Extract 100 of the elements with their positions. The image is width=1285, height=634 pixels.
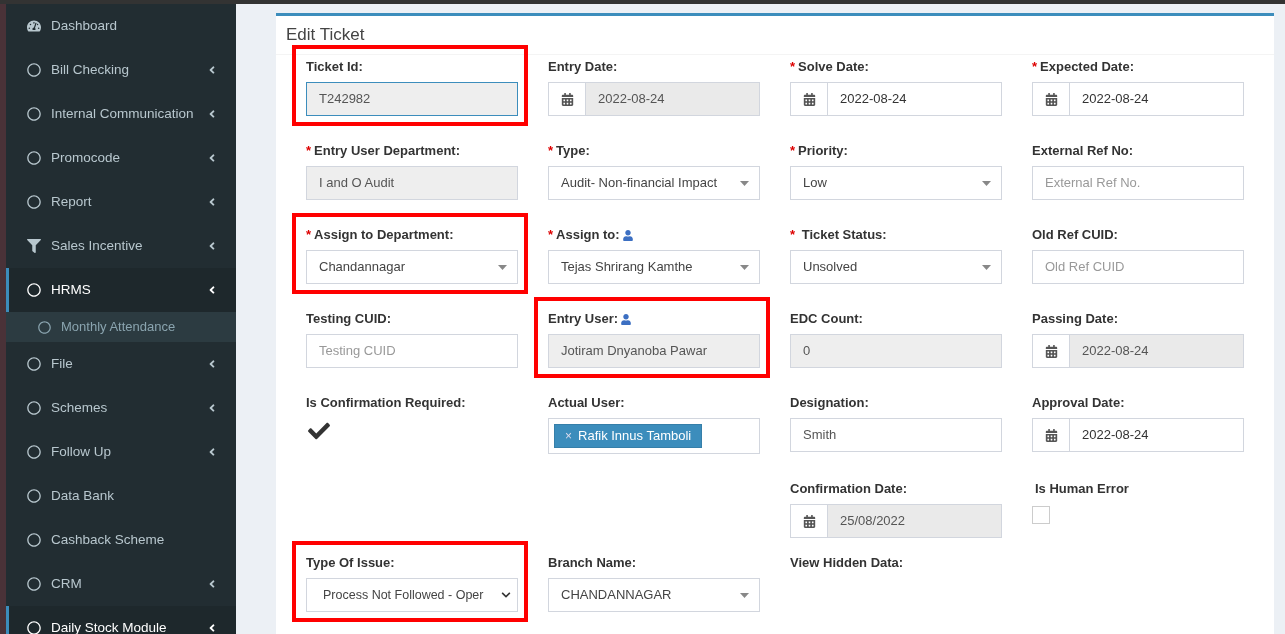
text-field[interactable]: Smith [790, 418, 1002, 452]
caret-down-icon [740, 180, 749, 186]
date-field[interactable]: 2022-08-24 [586, 82, 760, 116]
sidebar-item[interactable]: Cashback Scheme [6, 518, 236, 562]
field-label: Passing Date: [1032, 310, 1118, 329]
sidebar-item[interactable]: CRM [6, 562, 236, 606]
field-label: Testing CUID: [306, 310, 391, 329]
sidebar-item[interactable]: Promocode [6, 136, 236, 180]
required-mark: * [306, 226, 312, 245]
required-mark: * [790, 58, 796, 77]
checkbox[interactable] [1032, 506, 1050, 524]
select-field[interactable]: Chandannagar [306, 250, 518, 284]
sidebar-label: File [51, 354, 74, 373]
calendar-icon [802, 92, 816, 106]
field-label: Entry User: [548, 310, 619, 329]
sidebar-label: Data Bank [51, 486, 116, 505]
field-label: Is Confirmation Required: [306, 394, 466, 413]
dashboard-icon [27, 19, 41, 33]
select-field[interactable]: Process Not Followed - Oper [306, 578, 518, 612]
select-field[interactable]: CHANDANNAGAR [548, 578, 760, 612]
sidebar-item[interactable]: Follow Up [6, 430, 236, 474]
sidebar-label: Bill Checking [51, 60, 131, 79]
calendar-addon[interactable] [548, 82, 586, 116]
calendar-addon[interactable] [1032, 82, 1070, 116]
sidebar-item[interactable]: Bill Checking [6, 48, 236, 92]
select-field[interactable]: Audit- Non-financial Impact [548, 166, 760, 200]
field-label: Designation: [790, 394, 869, 413]
calendar-addon[interactable] [1032, 418, 1070, 452]
field-label: Ticket Status: [801, 226, 887, 245]
card-title: Edit Ticket [286, 24, 365, 47]
field-label: Expected Date: [1040, 58, 1134, 77]
caret-down-icon [982, 264, 991, 270]
calendar-icon [560, 92, 574, 106]
field-label: Solve Date: [798, 58, 869, 77]
calendar-addon[interactable] [790, 504, 828, 538]
sidebar-item[interactable]: Sales Incentive [6, 224, 236, 268]
sidebar-item[interactable]: Schemes [6, 386, 236, 430]
caret-down-icon [498, 264, 507, 270]
sidebar-label: CRM [51, 574, 83, 593]
field-label: Confirmation Date: [790, 480, 907, 499]
chevron-down-icon [501, 590, 511, 600]
tags-field[interactable]: × Rafik Innus Tamboli [548, 418, 760, 454]
calendar-icon [1044, 344, 1058, 358]
required-mark: * [548, 226, 554, 245]
sidebar-item[interactable]: HRMS [6, 268, 236, 312]
field-label: Entry User Department: [314, 142, 460, 161]
field-label: Assign to Department: [314, 226, 454, 245]
field-label: Approval Date: [1032, 394, 1125, 413]
sidebar-item[interactable]: Dashboard [6, 4, 236, 48]
field-label: External Ref No: [1032, 142, 1134, 161]
user-tag: × Rafik Innus Tamboli [554, 424, 703, 448]
required-mark: * [306, 142, 312, 161]
date-field[interactable]: 2022-08-24 [1070, 334, 1244, 368]
field-label: Type Of Issue: [306, 554, 395, 573]
calendar-icon [1044, 92, 1058, 106]
sidebar-label: HRMS [51, 280, 92, 299]
field-label: Actual User: [548, 394, 625, 413]
field-label: EDC Count: [790, 310, 863, 329]
sidebar-item[interactable]: Report [6, 180, 236, 224]
sidebar-item[interactable]: File [6, 342, 236, 386]
sidebar-label: Promocode [51, 148, 122, 167]
field-label: Ticket Id: [306, 58, 363, 77]
text-field[interactable]: 0 [790, 334, 1002, 368]
date-field[interactable]: 25/08/2022 [828, 504, 1002, 538]
calendar-icon [1044, 428, 1058, 442]
sidebar-label: Schemes [51, 398, 109, 417]
sidebar-label: Sales Incentive [51, 236, 144, 255]
submenu-item[interactable]: Monthly Attendance [6, 312, 236, 342]
required-mark: * [790, 226, 797, 245]
text-field[interactable]: Jotiram Dnyanoba Pawar [548, 334, 760, 368]
select-field[interactable]: Low [790, 166, 1002, 200]
sidebar-item[interactable]: Daily Stock Module [6, 606, 236, 634]
sidebar-item[interactable]: Data Bank [6, 474, 236, 518]
text-field[interactable]: T242982 [306, 82, 518, 116]
sidebar-label: Dashboard [51, 16, 119, 35]
calendar-addon[interactable] [790, 82, 828, 116]
sidebar-label: Report [51, 192, 93, 211]
field-label: Entry Date: [548, 58, 618, 77]
required-mark: * [790, 142, 796, 161]
sidebar-label: Cashback Scheme [51, 530, 166, 549]
caret-down-icon [740, 592, 749, 598]
caret-down-icon [740, 264, 749, 270]
sidebar-label: Follow Up [51, 442, 113, 461]
date-field[interactable]: 2022-08-24 [1070, 418, 1244, 452]
date-field[interactable]: 2022-08-24 [1070, 82, 1244, 116]
sidebar-item[interactable]: Internal Communication [6, 92, 236, 136]
text-field[interactable]: I and O Audit [306, 166, 518, 200]
field-label: Assign to: [556, 226, 620, 245]
field-label: Type: [556, 142, 590, 161]
date-field[interactable]: 2022-08-24 [828, 82, 1002, 116]
caret-down-icon [982, 180, 991, 186]
field-label: View Hidden Data: [790, 554, 904, 573]
select-field[interactable]: Tejas Shrirang Kamthe [548, 250, 760, 284]
field-label: Branch Name: [548, 554, 637, 573]
calendar-addon[interactable] [1032, 334, 1070, 368]
calendar-icon [802, 514, 816, 528]
field-label: Old Ref CUID: [1032, 226, 1118, 245]
sidebar-label: Daily Stock Module [51, 618, 168, 634]
select-field[interactable]: Unsolved [790, 250, 1002, 284]
submenu-label: Monthly Attendance [61, 318, 176, 337]
